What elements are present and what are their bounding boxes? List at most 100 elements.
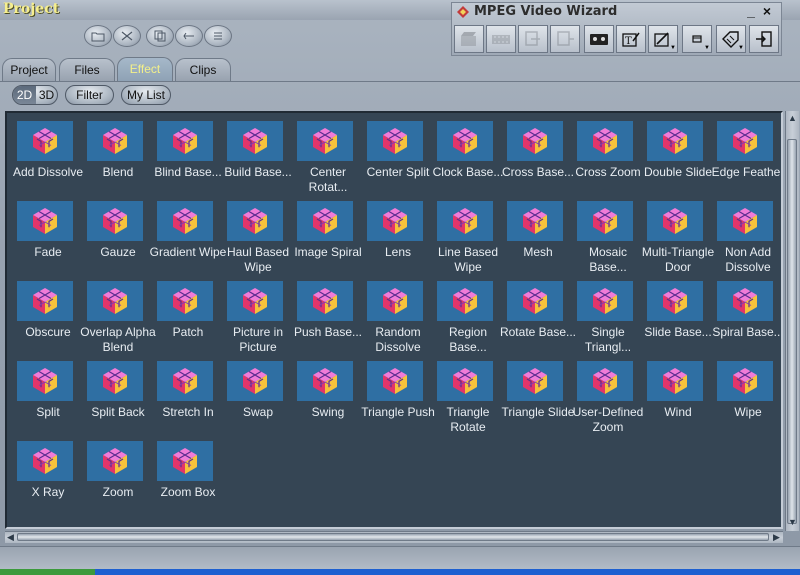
import-button[interactable] — [518, 25, 548, 53]
effect-thumbnail[interactable] — [297, 201, 353, 241]
effect-thumbnail[interactable] — [367, 361, 423, 401]
effect-item[interactable]: Non Add Dissolve — [713, 197, 781, 277]
effect-thumbnail[interactable] — [297, 361, 353, 401]
effect-thumbnail[interactable] — [87, 361, 143, 401]
effect-item[interactable]: Blind Base... — [153, 117, 223, 197]
effect-item[interactable]: Multi-Triangle Door — [642, 197, 714, 277]
effect-thumbnail[interactable] — [717, 121, 773, 161]
effect-thumbnail[interactable] — [577, 201, 633, 241]
effect-item[interactable]: Build Base... — [223, 117, 293, 197]
effect-thumbnail[interactable] — [437, 201, 493, 241]
horizontal-scrollbar[interactable]: ◀ ▶ — [5, 531, 783, 543]
effect-item[interactable]: Gauze — [83, 197, 153, 277]
close-button[interactable]: × — [760, 4, 774, 18]
effect-thumbnail[interactable] — [647, 281, 703, 321]
effect-item[interactable]: Clock Base... — [433, 117, 503, 197]
effect-item[interactable]: Add Dissolve — [13, 117, 83, 197]
effect-thumbnail[interactable] — [157, 441, 213, 481]
exit-button[interactable] — [749, 25, 779, 53]
effect-item[interactable]: Overlap Alpha Blend — [80, 277, 156, 357]
effect-thumbnail[interactable] — [157, 361, 213, 401]
minimize-button[interactable]: _ — [744, 4, 758, 18]
text-edit-button[interactable]: T — [616, 25, 646, 53]
tab-clips[interactable]: Clips — [175, 58, 231, 81]
effect-thumbnail[interactable] — [87, 121, 143, 161]
effect-item[interactable]: Rotate Base... — [500, 277, 576, 357]
effect-thumbnail[interactable] — [87, 441, 143, 481]
start-button[interactable] — [0, 569, 95, 575]
tag-dropdown-button[interactable]: ▼ — [716, 25, 746, 53]
effect-thumbnail[interactable] — [157, 201, 213, 241]
effect-thumbnail[interactable] — [647, 121, 703, 161]
effect-item[interactable]: Cross Zoom — [573, 117, 643, 197]
my-list-button[interactable]: My List — [121, 85, 171, 105]
list-button[interactable] — [204, 25, 232, 47]
effect-item[interactable]: Spiral Base... — [712, 277, 781, 357]
export-button[interactable] — [550, 25, 580, 53]
effect-thumbnail[interactable] — [717, 361, 773, 401]
effect-thumbnail[interactable] — [507, 281, 563, 321]
effect-thumbnail[interactable] — [227, 201, 283, 241]
effect-thumbnail[interactable] — [227, 361, 283, 401]
effect-thumbnail[interactable] — [157, 281, 213, 321]
effect-item[interactable]: Picture in Picture — [223, 277, 293, 357]
effect-item[interactable]: Mesh — [503, 197, 573, 277]
effect-item[interactable]: Center Rotat... — [293, 117, 363, 197]
effect-thumbnail[interactable] — [87, 281, 143, 321]
effect-thumbnail[interactable] — [17, 281, 73, 321]
vertical-scroll-thumb[interactable] — [787, 139, 797, 524]
effect-thumbnail[interactable] — [17, 201, 73, 241]
effect-thumbnail[interactable] — [297, 281, 353, 321]
scissors-button[interactable] — [113, 25, 141, 47]
effect-item[interactable]: Patch — [153, 277, 223, 357]
effect-item[interactable]: Gradient Wipe — [150, 197, 226, 277]
effect-item[interactable]: Cross Base... — [502, 117, 574, 197]
effect-thumbnail[interactable] — [17, 121, 73, 161]
effect-item[interactable]: Region Base... — [433, 277, 503, 357]
effect-thumbnail[interactable] — [437, 121, 493, 161]
effect-thumbnail[interactable] — [157, 121, 213, 161]
effect-item[interactable]: User-Defined Zoom — [573, 357, 643, 437]
effect-item[interactable]: Stretch In — [153, 357, 223, 437]
effect-thumbnail[interactable] — [87, 201, 143, 241]
effect-thumbnail[interactable] — [507, 121, 563, 161]
effect-item[interactable]: Single Triangl... — [573, 277, 643, 357]
effect-thumbnail[interactable] — [507, 201, 563, 241]
effect-item[interactable]: Triangle Slide — [502, 357, 574, 437]
tab-files[interactable]: Files — [59, 58, 115, 81]
effect-thumbnail[interactable] — [577, 281, 633, 321]
effect-item[interactable]: Push Base... — [293, 277, 363, 357]
effect-item[interactable]: Center Split — [363, 117, 433, 197]
effect-thumbnail[interactable] — [717, 281, 773, 321]
mode-3d-button[interactable]: 3D — [35, 86, 57, 104]
cut-button[interactable] — [175, 25, 203, 47]
effect-thumbnail[interactable] — [227, 121, 283, 161]
effect-thumbnail[interactable] — [17, 361, 73, 401]
effect-thumbnail[interactable] — [297, 121, 353, 161]
effect-item[interactable]: Blend — [83, 117, 153, 197]
effect-thumbnail[interactable] — [647, 201, 703, 241]
scroll-up-icon[interactable]: ▲ — [788, 113, 797, 123]
clapper-button[interactable] — [454, 25, 484, 53]
tab-project[interactable]: Project — [2, 58, 56, 81]
effect-item[interactable]: X Ray — [13, 437, 83, 517]
effect-thumbnail[interactable] — [577, 361, 633, 401]
effect-item[interactable]: Random Dissolve — [363, 277, 433, 357]
effect-item[interactable]: Triangle Push — [361, 357, 435, 437]
tab-effect[interactable]: Effect — [117, 57, 173, 81]
effect-item[interactable]: Mosaic Base... — [573, 197, 643, 277]
effect-item[interactable]: Zoom — [83, 437, 153, 517]
effect-item[interactable]: Swing — [293, 357, 363, 437]
folder-button[interactable] — [84, 25, 112, 47]
effect-item[interactable]: Split — [13, 357, 83, 437]
effect-thumbnail[interactable] — [507, 361, 563, 401]
film-strip-button[interactable] — [486, 25, 516, 53]
effect-item[interactable]: Haul Based Wipe — [223, 197, 293, 277]
effect-thumbnail[interactable] — [367, 201, 423, 241]
effect-item[interactable]: Image Spiral — [293, 197, 363, 277]
effect-thumbnail[interactable] — [367, 121, 423, 161]
effect-thumbnail[interactable] — [577, 121, 633, 161]
window-dropdown-button[interactable]: ▼ — [682, 25, 712, 53]
effect-item[interactable]: Lens — [363, 197, 433, 277]
effect-item[interactable]: Line Based Wipe — [433, 197, 503, 277]
